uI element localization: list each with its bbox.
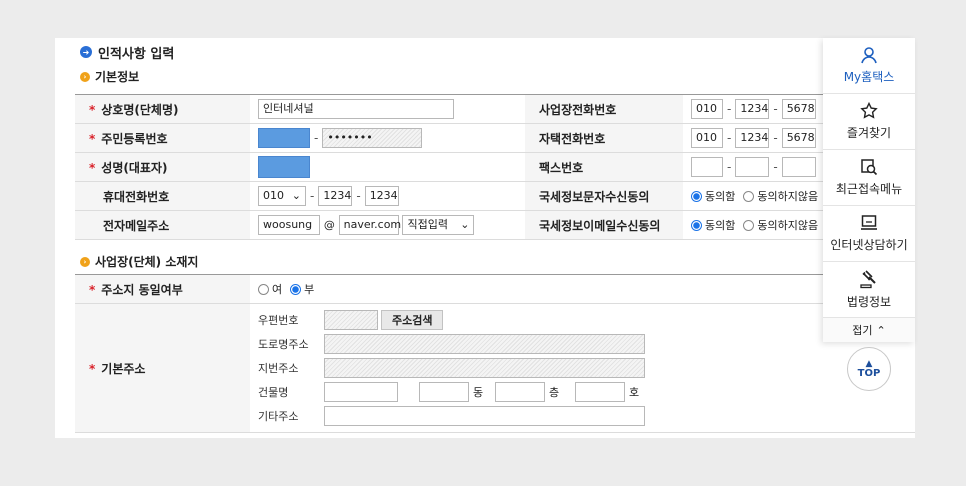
- email-domain-select[interactable]: 직접입력 ⌄: [402, 215, 475, 235]
- arrow-circle-icon: ➜: [80, 46, 92, 58]
- table-row: * 주민등록번호 - ••••••• 자택전화번호 010-1234-5678: [75, 123, 915, 153]
- same-address-no-radio[interactable]: [290, 283, 302, 295]
- biz-phone-1[interactable]: 010: [691, 99, 723, 119]
- section-address-heading: › 사업장(단체) 소재지: [80, 253, 198, 270]
- bullet-icon: ›: [80, 256, 90, 267]
- sidebar-item-my-hometax[interactable]: My홈택스: [823, 38, 915, 94]
- chevron-down-icon: ⌄: [460, 218, 470, 231]
- table-row: * 주소지 동일여부 여부: [75, 274, 915, 304]
- email-agree-radio[interactable]: [691, 219, 702, 231]
- fax-1[interactable]: [691, 157, 723, 177]
- fax-3[interactable]: [781, 157, 816, 177]
- building-name-input[interactable]: [324, 382, 398, 402]
- chevron-down-icon: ⌄: [291, 189, 301, 202]
- table-row: 전자메일주소 woosung @ naver.com 직접입력 ⌄ 국세정보이메일…: [75, 210, 915, 240]
- home-phone-1[interactable]: 010: [691, 128, 723, 148]
- building-floor-input[interactable]: [495, 382, 545, 402]
- sms-disagree-radio[interactable]: [743, 190, 755, 202]
- mobile-prefix-select[interactable]: 010 ⌄: [258, 186, 306, 206]
- building-ho-input[interactable]: [575, 382, 625, 402]
- gavel-icon: [860, 270, 876, 289]
- page-title: 인적사항 입력: [98, 46, 175, 62]
- bullet-icon: ›: [80, 71, 90, 82]
- zipcode-input[interactable]: [324, 310, 378, 330]
- form-panel: ➜ 인적사항 입력 › 기본정보 * 상호명(단체명) 인터네셔널 사업장전화번호…: [55, 38, 915, 438]
- table-row: * 상호명(단체명) 인터네셔널 사업장전화번호 010-1234-5678: [75, 94, 915, 124]
- name-input[interactable]: [258, 156, 310, 178]
- same-address-yes-radio[interactable]: [258, 283, 269, 295]
- person-icon: [861, 47, 877, 64]
- rrn-back-input[interactable]: •••••••: [322, 128, 423, 148]
- sidebar-item-online-consult[interactable]: 인터넷상담하기: [823, 206, 915, 262]
- rrn-front-input[interactable]: [258, 128, 310, 148]
- triangle-up-icon: ▲: [865, 358, 873, 369]
- building-dong-input[interactable]: [419, 382, 469, 402]
- recent-menu-icon: [861, 159, 878, 176]
- table-row: 휴대전화번호 010 ⌄ -1234-1234 국세정보문자수신동의 동의함 동의하지…: [75, 181, 915, 211]
- monitor-icon: [861, 215, 877, 230]
- section-basic-heading: › 기본정보: [80, 68, 139, 85]
- email-domain-input[interactable]: naver.com: [338, 215, 401, 235]
- lot-address-input[interactable]: [324, 358, 645, 378]
- basic-info-table: * 상호명(단체명) 인터네셔널 사업장전화번호 010-1234-5678 * 주…: [75, 94, 915, 240]
- sidebar-item-recent-menu[interactable]: 최근접속메뉴: [823, 150, 915, 206]
- mobile-last-input[interactable]: 1234: [364, 186, 399, 206]
- sidebar-item-favorites[interactable]: 즐겨찾기: [823, 94, 915, 150]
- address-table: * 주소지 동일여부 여부 * 기본주소 우편번호 주소검색 도로명주소 지번주소: [75, 274, 915, 433]
- home-phone-2[interactable]: 1234: [735, 128, 770, 148]
- star-icon: [860, 102, 878, 119]
- email-id-input[interactable]: woosung: [258, 215, 320, 235]
- email-disagree-radio[interactable]: [743, 219, 755, 231]
- table-row: * 기본주소 우편번호 주소검색 도로명주소 지번주소 건물명 동 층 호 기타…: [75, 303, 915, 433]
- address-search-button[interactable]: 주소검색: [381, 310, 444, 330]
- fax-2[interactable]: [735, 157, 770, 177]
- biz-phone-2[interactable]: 1234: [735, 99, 770, 119]
- etc-address-input[interactable]: [324, 406, 645, 426]
- page-title-row: ➜ 인적사항 입력: [80, 44, 175, 62]
- sidebar-item-law-info[interactable]: 법령정보: [823, 262, 915, 318]
- quick-menu-sidebar: My홈택스 즐겨찾기 최근접속메뉴 인터넷상담하기 법령정보 접기 ⌃: [823, 38, 915, 342]
- scroll-top-button[interactable]: ▲ TOP: [847, 347, 891, 391]
- home-phone-3[interactable]: 5678: [781, 128, 816, 148]
- sms-agree-radio[interactable]: [691, 190, 702, 202]
- mobile-mid-input[interactable]: 1234: [318, 186, 353, 206]
- chevron-up-icon: ⌃: [876, 323, 886, 337]
- road-address-input[interactable]: [324, 334, 645, 354]
- table-row: * 성명(대표자) 팩스번호 --: [75, 152, 915, 182]
- sidebar-fold-button[interactable]: 접기 ⌃: [823, 318, 915, 342]
- biz-phone-3[interactable]: 5678: [781, 99, 816, 119]
- biz-name-input[interactable]: 인터네셔널: [258, 99, 454, 119]
